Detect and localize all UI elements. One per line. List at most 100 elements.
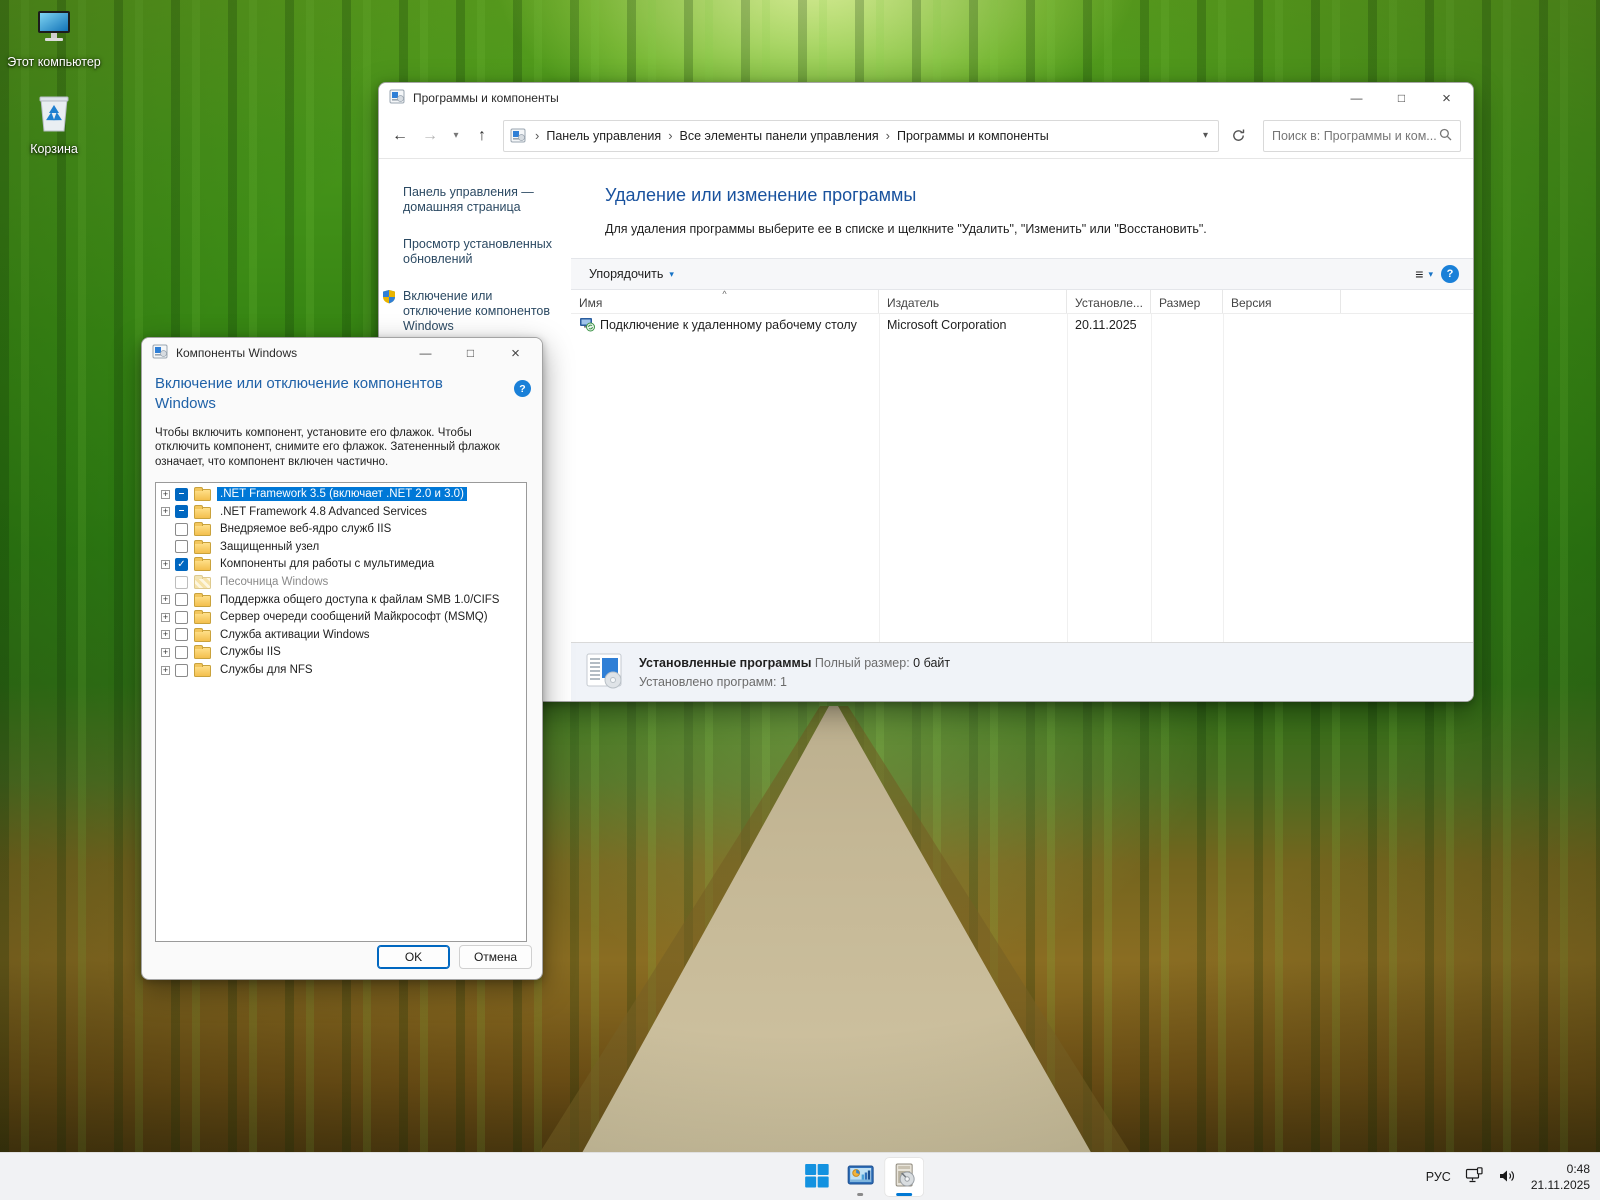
desktop-icon-this-pc[interactable]: Этот компьютер	[6, 8, 102, 71]
column-header[interactable]: Имя^	[571, 290, 879, 313]
feature-checkbox[interactable]	[175, 488, 188, 501]
feat-titlebar[interactable]: Компоненты Windows — □ ×	[142, 338, 542, 368]
column-header[interactable]: Версия	[1223, 290, 1341, 313]
program-row[interactable]: Подключение к удаленному рабочему столу M…	[571, 314, 1473, 336]
up-button[interactable]: ↑	[467, 121, 497, 151]
tree-item[interactable]: +Песочница Windows	[156, 573, 526, 591]
dialog-title: Компоненты Windows	[176, 346, 297, 360]
folder-icon	[194, 577, 211, 589]
column-header[interactable]: Размер	[1151, 290, 1223, 313]
maximize-button[interactable]: □	[1379, 84, 1424, 112]
feature-label: Защищенный узел	[217, 540, 322, 554]
feature-label: Внедряемое веб-ядро служб IIS	[217, 522, 394, 536]
dialog-maximize-button[interactable]: □	[448, 339, 493, 367]
expand-icon[interactable]: +	[161, 630, 170, 639]
column-grid-line	[1151, 314, 1152, 642]
tree-item[interactable]: +Поддержка общего доступа к файлам SMB 1…	[156, 591, 526, 609]
feature-checkbox[interactable]	[175, 540, 188, 553]
language-indicator[interactable]: РУС	[1426, 1170, 1451, 1184]
tray-time: 0:48	[1531, 1161, 1590, 1177]
program-list: Подключение к удаленному рабочему столу M…	[571, 314, 1473, 642]
feature-checkbox[interactable]	[175, 611, 188, 624]
tree-item[interactable]: +.NET Framework 3.5 (включает .NET 2.0 и…	[156, 485, 526, 503]
tree-item[interactable]: +Службы для NFS	[156, 661, 526, 679]
uac-shield-icon	[382, 289, 396, 334]
command-bar: Упорядочить ▾ ≡ ▾ ?	[571, 258, 1473, 290]
minimize-button[interactable]: —	[1334, 84, 1379, 112]
tree-item[interactable]: + Службы IIS	[156, 644, 526, 662]
tree-item[interactable]: +Компоненты для работы с мультимедиа	[156, 556, 526, 574]
tree-item[interactable]: +.NET Framework 4.8 Advanced Services	[156, 503, 526, 521]
feature-checkbox[interactable]	[175, 523, 188, 536]
feature-checkbox[interactable]	[175, 628, 188, 641]
feature-checkbox[interactable]	[175, 593, 188, 606]
folder-icon	[194, 647, 211, 659]
programs-features-icon	[891, 1162, 917, 1193]
desktop-icon-label: Корзина	[30, 142, 78, 158]
ok-button[interactable]: OK	[377, 945, 450, 969]
breadcrumb-item[interactable]: Все элементы панели управления	[680, 129, 879, 143]
program-cell-text: 20.11.2025	[1075, 318, 1137, 332]
dialog-close-button[interactable]: ×	[493, 339, 538, 367]
close-button[interactable]: ×	[1424, 84, 1469, 112]
page-title: Удаление или изменение программы	[605, 185, 1473, 206]
history-dropdown[interactable]: ▾	[445, 121, 467, 151]
sidebar-task-link[interactable]: Просмотр установленных обновлений	[403, 237, 561, 267]
cancel-button[interactable]: Отмена	[459, 945, 532, 969]
back-button[interactable]: ←	[385, 121, 415, 151]
program-cell-text: Microsoft Corporation	[887, 318, 1007, 332]
feature-label: Сервер очереди сообщений Майкрософт (MSM…	[217, 610, 491, 624]
expand-icon[interactable]: +	[161, 613, 170, 622]
expand-icon[interactable]: +	[161, 490, 170, 499]
desktop-icon-recycle-bin[interactable]: Корзина	[6, 93, 102, 158]
breadcrumb-item[interactable]: Панель управления	[546, 129, 661, 143]
feature-checkbox[interactable]	[175, 505, 188, 518]
feature-checkbox[interactable]	[175, 664, 188, 677]
column-header[interactable]: Издатель	[879, 290, 1067, 313]
status-count: Установлено программ: 1	[639, 675, 950, 689]
search-input[interactable]: Поиск в: Программы и ком...	[1263, 120, 1461, 152]
expand-icon[interactable]: +	[161, 595, 170, 604]
organize-button[interactable]: Упорядочить ▾	[581, 263, 682, 285]
pf-titlebar[interactable]: Программы и компоненты — □ ×	[379, 83, 1473, 113]
breadcrumb-item[interactable]: Программы и компоненты	[897, 129, 1049, 143]
tree-item[interactable]: + Сервер очереди сообщений Майкрософт (MS…	[156, 608, 526, 626]
tree-item[interactable]: +Защищенный узел	[156, 538, 526, 556]
feature-label: Песочница Windows	[217, 575, 331, 589]
programs-status-icon	[583, 650, 625, 695]
volume-icon[interactable]	[1498, 1168, 1517, 1187]
programs-features-taskbar-button[interactable]	[884, 1157, 924, 1197]
sort-ascending-icon: ^	[722, 290, 726, 298]
clock[interactable]: 0:48 21.11.2025	[1531, 1161, 1590, 1193]
network-icon[interactable]	[1465, 1167, 1484, 1187]
folder-icon	[194, 630, 211, 642]
column-header[interactable]: Установле...	[1067, 290, 1151, 313]
dialog-help-icon[interactable]: ?	[514, 380, 531, 397]
feature-label: Службы IIS	[217, 645, 284, 659]
column-grid-line	[879, 314, 880, 642]
forward-button[interactable]: →	[415, 121, 445, 151]
sidebar-task-link[interactable]: Включение или отключение компонентов Win…	[403, 289, 561, 334]
tree-item[interactable]: +Внедряемое веб-ядро служб IIS	[156, 521, 526, 539]
rdp-app-icon	[579, 316, 595, 335]
window-title: Программы и компоненты	[413, 91, 559, 105]
tree-item[interactable]: +Служба активации Windows	[156, 626, 526, 644]
expand-icon[interactable]: +	[161, 560, 170, 569]
start-button[interactable]	[796, 1157, 836, 1197]
dialog-minimize-button[interactable]: —	[403, 339, 448, 367]
sidebar-task-link[interactable]: Панель управления — домашняя страница	[403, 185, 561, 215]
control-panel-taskbar-button[interactable]	[840, 1157, 880, 1197]
feature-checkbox[interactable]	[175, 646, 188, 659]
expand-icon[interactable]: +	[161, 666, 170, 675]
expand-icon[interactable]: +	[161, 507, 170, 516]
breadcrumb-bar[interactable]: ›Панель управления›Все элементы панели у…	[503, 120, 1219, 152]
program-cell: Подключение к удаленному рабочему столу	[571, 316, 879, 335]
change-view-button[interactable]: ≡ ▾	[1415, 266, 1433, 282]
feature-checkbox[interactable]	[175, 558, 188, 571]
program-cell: 20.11.2025	[1067, 318, 1151, 332]
address-dropdown-icon[interactable]: ▾	[1199, 130, 1212, 141]
refresh-icon[interactable]	[1223, 121, 1253, 151]
page-description: Для удаления программы выберите ее в спи…	[605, 222, 1473, 236]
help-icon[interactable]: ?	[1441, 265, 1459, 283]
expand-icon[interactable]: +	[161, 648, 170, 657]
